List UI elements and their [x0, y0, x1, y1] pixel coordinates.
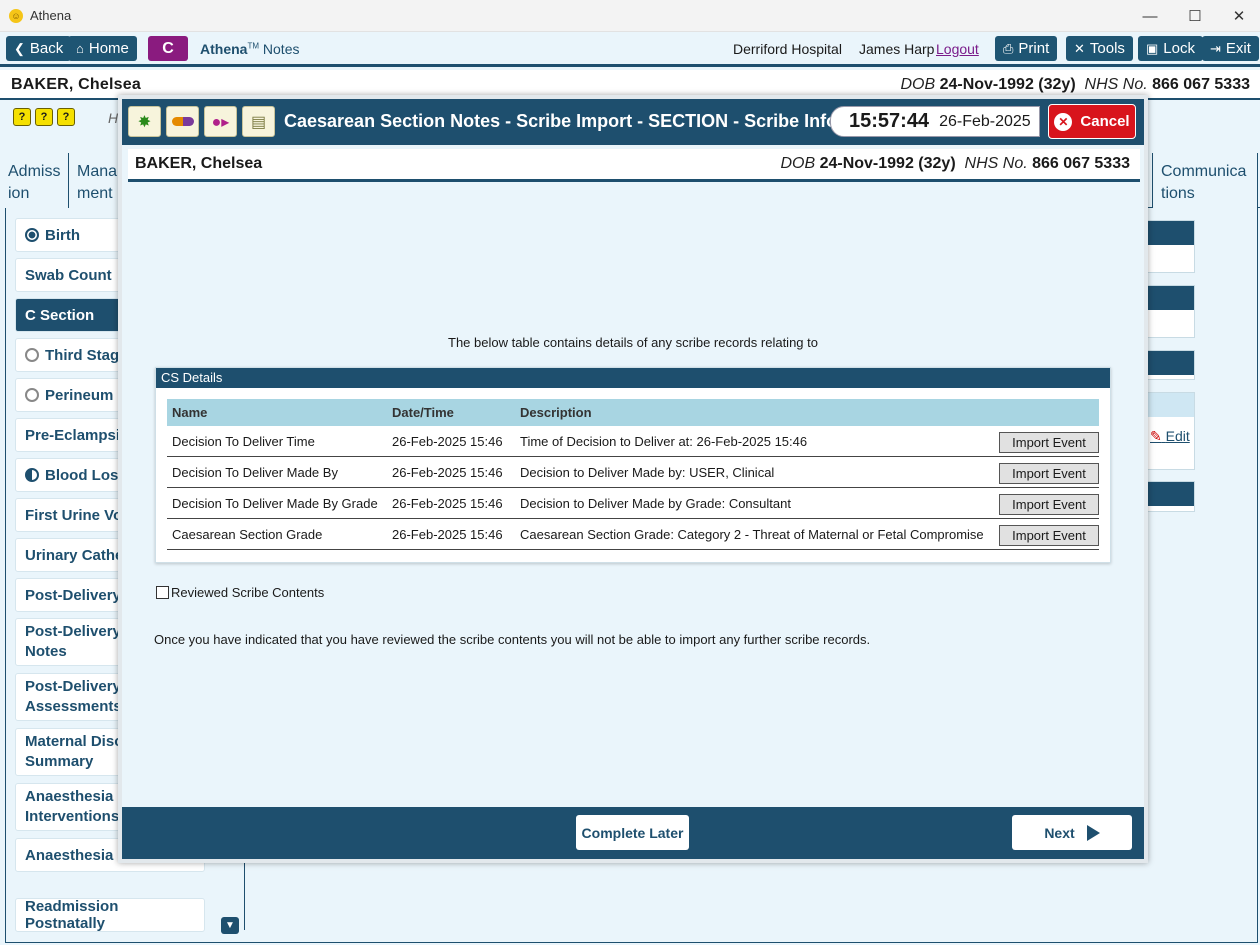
exit-icon: ⇥	[1210, 40, 1221, 56]
printer-icon: ⎙	[1003, 40, 1014, 56]
maximize-button[interactable]: ☐	[1172, 0, 1218, 32]
tools-button[interactable]: ✕ Tools	[1066, 36, 1133, 61]
hospital-name: Derriford Hospital	[733, 41, 842, 57]
table-row: Decision To Deliver Made By 26-Feb-2025 …	[167, 457, 1099, 488]
pregnancy-icon[interactable]: ●▸	[204, 106, 237, 137]
import-event-button[interactable]: Import Event	[999, 494, 1099, 515]
close-icon: ✕	[1054, 112, 1073, 131]
column-header-name[interactable]: Name	[172, 405, 207, 420]
exit-button[interactable]: ⇥ Exit	[1202, 36, 1259, 61]
patient-category-badge[interactable]: C	[148, 36, 188, 61]
column-header-datetime[interactable]: Date/Time	[392, 405, 454, 420]
minimize-button[interactable]: —	[1127, 0, 1173, 32]
intro-text: The below table contains details of any …	[448, 335, 818, 350]
import-event-button[interactable]: Import Event	[999, 525, 1099, 546]
clock-date: 26-Feb-2025	[939, 112, 1031, 130]
brand: AthenaTM Notes	[200, 41, 300, 57]
partial-heading: H	[108, 110, 119, 126]
edit-link[interactable]: ✎ Edit	[1150, 428, 1190, 445]
status-filled-icon	[25, 228, 39, 242]
lock-icon: ▣	[1146, 40, 1159, 56]
side-card	[1145, 481, 1195, 512]
status-empty-icon	[25, 348, 39, 362]
side-card	[1145, 285, 1195, 338]
scroll-down-button[interactable]: ▼	[221, 917, 239, 934]
user-name: James Harp	[859, 41, 935, 57]
column-header-description[interactable]: Description	[520, 405, 592, 420]
scribe-records-table: Name Date/Time Description Decision To D…	[167, 399, 1099, 550]
window-titlebar: ☺ Athena — ☐ ✕	[0, 0, 1260, 32]
tab-communications[interactable]: Communica tions	[1152, 153, 1258, 208]
panel-title: CS Details	[156, 368, 1110, 388]
home-button[interactable]: ⌂ Home	[68, 36, 137, 61]
table-row: Decision To Deliver Made By Grade 26-Feb…	[167, 488, 1099, 519]
lock-button[interactable]: ▣ Lock	[1138, 36, 1203, 61]
scribe-import-dialog: ✸ ●▸ ▤ Caesarean Section Notes - Scribe …	[118, 95, 1148, 863]
dialog-title: Caesarean Section Notes - Scribe Import …	[284, 111, 838, 131]
import-event-button[interactable]: Import Event	[999, 463, 1099, 484]
arrow-right-icon	[1086, 824, 1100, 841]
help-icon[interactable]: ?	[57, 108, 75, 126]
checkbox-box[interactable]	[156, 586, 169, 599]
table-row: Decision To Deliver Time 26-Feb-2025 15:…	[167, 426, 1099, 457]
dialog-footer: Complete Later Next	[122, 807, 1144, 859]
help-icon[interactable]: ?	[35, 108, 53, 126]
help-icon[interactable]: ?	[13, 108, 31, 126]
table-header: Name Date/Time Description	[167, 399, 1099, 426]
dialog-patient-banner: BAKER, Chelsea DOB 24-Nov-1992 (32y) NHS…	[128, 149, 1140, 182]
tab-admission[interactable]: Admiss ion	[0, 153, 69, 208]
import-event-button[interactable]: Import Event	[999, 432, 1099, 453]
tools-icon: ✕	[1074, 40, 1085, 56]
star-badge-icon[interactable]: ✸	[128, 106, 161, 137]
dialog-header: ✸ ●▸ ▤ Caesarean Section Notes - Scribe …	[122, 99, 1144, 145]
chevron-down-icon: ▼	[225, 920, 235, 931]
pill-icon[interactable]	[166, 106, 199, 137]
reviewed-scribe-contents-checkbox[interactable]: Reviewed Scribe Contents	[156, 585, 324, 600]
complete-later-button[interactable]: Complete Later	[576, 815, 689, 850]
patient-name: BAKER, Chelsea	[11, 76, 141, 93]
table-row: Caesarean Section Grade 26-Feb-2025 15:4…	[167, 519, 1099, 550]
review-warning-text: Once you have indicated that you have re…	[154, 632, 871, 647]
help-icons: ? ? ?	[13, 108, 75, 126]
chevron-left-icon: ❮	[14, 40, 25, 56]
cs-details-panel: CS Details Name Date/Time Description De…	[155, 367, 1111, 563]
status-empty-icon	[25, 388, 39, 402]
clock-display: 15:57:44 26-Feb-2025	[830, 106, 1040, 137]
logout-link[interactable]: Logout	[936, 41, 979, 57]
patient-identifiers: DOB 24-Nov-1992 (32y) NHS No. 866 067 53…	[900, 76, 1250, 93]
side-card	[1145, 220, 1195, 273]
athena-logo-icon: ☺	[9, 8, 23, 23]
back-button[interactable]: ❮ Back	[6, 36, 72, 61]
status-partial-icon	[25, 468, 39, 482]
next-button[interactable]: Next	[1012, 815, 1132, 850]
print-button[interactable]: ⎙ Print	[995, 36, 1058, 61]
patient-identifiers: DOB 24-Nov-1992 (32y) NHS No. 866 067 53…	[780, 155, 1130, 172]
clock-time: 15:57:44	[849, 110, 930, 132]
main-toolbar: ❮ Back ⌂ Home C AthenaTM Notes Derriford…	[0, 32, 1260, 67]
side-card	[1145, 350, 1195, 380]
cancel-button[interactable]: ✕ Cancel	[1048, 104, 1136, 139]
home-icon: ⌂	[76, 41, 84, 56]
patient-name: BAKER, Chelsea	[135, 155, 263, 172]
pencil-icon: ✎	[1150, 428, 1162, 444]
close-window-button[interactable]: ✕	[1216, 0, 1260, 32]
window-title: Athena	[30, 8, 72, 23]
sidebar-item-readmission-postnatally[interactable]: Readmission Postnatally	[15, 898, 205, 932]
notes-icon[interactable]: ▤	[242, 106, 275, 137]
